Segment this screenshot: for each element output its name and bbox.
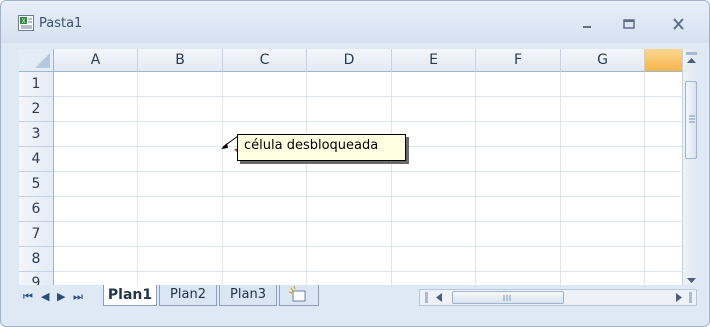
column-header-b[interactable]: B bbox=[138, 49, 223, 72]
column-header-h-selected[interactable] bbox=[645, 49, 682, 72]
maximize-icon bbox=[623, 19, 635, 29]
grid-line bbox=[54, 246, 682, 247]
grid-line bbox=[54, 171, 682, 172]
row-header-5[interactable]: 5 bbox=[19, 172, 54, 197]
minimize-button[interactable] bbox=[575, 15, 599, 33]
title-bar[interactable]: X Pasta1 bbox=[1, 1, 709, 43]
vertical-scrollbar[interactable] bbox=[682, 49, 700, 289]
grid-line bbox=[560, 72, 561, 285]
grid-line bbox=[222, 72, 223, 285]
last-sheet-button[interactable]: ⏭ bbox=[73, 290, 83, 304]
column-header-g[interactable]: G bbox=[561, 49, 645, 72]
row-header-9[interactable]: 9 bbox=[19, 272, 54, 285]
row-header-2[interactable]: 2 bbox=[19, 97, 54, 122]
split-box-icon bbox=[686, 52, 697, 63]
grid-line bbox=[137, 72, 138, 285]
excel-workbook-icon: X bbox=[18, 15, 34, 31]
grid-line bbox=[475, 72, 476, 285]
horizontal-scroll-thumb[interactable] bbox=[452, 291, 564, 304]
excel-window: X Pasta1 A B C D E F G 1 2 3 4 5 6 7 8 9… bbox=[0, 0, 710, 327]
sheet-tab-bar: ⏮ ◀ ▶ ⏭ Plan1 Plan2 Plan3 bbox=[19, 285, 698, 310]
select-all-button[interactable] bbox=[19, 49, 54, 72]
column-header-f[interactable]: F bbox=[476, 49, 561, 72]
cell-comment[interactable]: célula desbloqueada bbox=[237, 134, 406, 161]
row-header-1[interactable]: 1 bbox=[19, 72, 54, 97]
close-icon bbox=[673, 18, 684, 30]
tab-plan2[interactable]: Plan2 bbox=[159, 285, 217, 306]
row-header-3[interactable]: 3 bbox=[19, 122, 54, 147]
row-header-7[interactable]: 7 bbox=[19, 222, 54, 247]
column-header-a[interactable]: A bbox=[54, 49, 138, 72]
svg-text:X: X bbox=[21, 18, 25, 25]
select-all-icon bbox=[35, 53, 50, 68]
previous-sheet-button[interactable]: ◀ bbox=[41, 290, 49, 303]
column-header-e[interactable]: E bbox=[392, 49, 476, 72]
tab-plan3[interactable]: Plan3 bbox=[219, 285, 277, 306]
first-sheet-button[interactable]: ⏮ bbox=[23, 290, 33, 304]
insert-worksheet-tab[interactable] bbox=[279, 285, 319, 306]
window-title: Pasta1 bbox=[39, 16, 83, 31]
maximize-button[interactable] bbox=[617, 15, 641, 33]
grid-line bbox=[391, 72, 392, 285]
insert-worksheet-icon bbox=[288, 285, 306, 302]
grid-line bbox=[306, 72, 307, 285]
grip-icon bbox=[503, 295, 511, 301]
grid-line bbox=[54, 121, 682, 122]
grid-line bbox=[54, 196, 682, 197]
row-header-6[interactable]: 6 bbox=[19, 197, 54, 222]
scroll-left-icon[interactable] bbox=[424, 291, 446, 304]
vertical-scroll-thumb[interactable] bbox=[685, 81, 697, 159]
minimize-icon bbox=[583, 26, 591, 28]
tab-plan1[interactable]: Plan1 bbox=[103, 285, 157, 306]
worksheet-grid[interactable]: A B C D E F G 1 2 3 4 5 6 7 8 9 célula d… bbox=[19, 49, 682, 285]
row-header-8[interactable]: 8 bbox=[19, 247, 54, 272]
horizontal-scrollbar[interactable] bbox=[419, 289, 697, 306]
row-header-4[interactable]: 4 bbox=[19, 147, 54, 172]
scroll-right-icon[interactable] bbox=[672, 291, 694, 304]
grid-line bbox=[54, 221, 682, 222]
grid-line bbox=[54, 96, 682, 97]
column-header-d[interactable]: D bbox=[307, 49, 392, 72]
column-header-c[interactable]: C bbox=[223, 49, 307, 72]
grid-line bbox=[644, 72, 645, 285]
grid-line bbox=[54, 271, 682, 272]
grip-icon bbox=[689, 115, 695, 123]
next-sheet-button[interactable]: ▶ bbox=[57, 290, 65, 303]
close-button[interactable] bbox=[667, 15, 691, 33]
